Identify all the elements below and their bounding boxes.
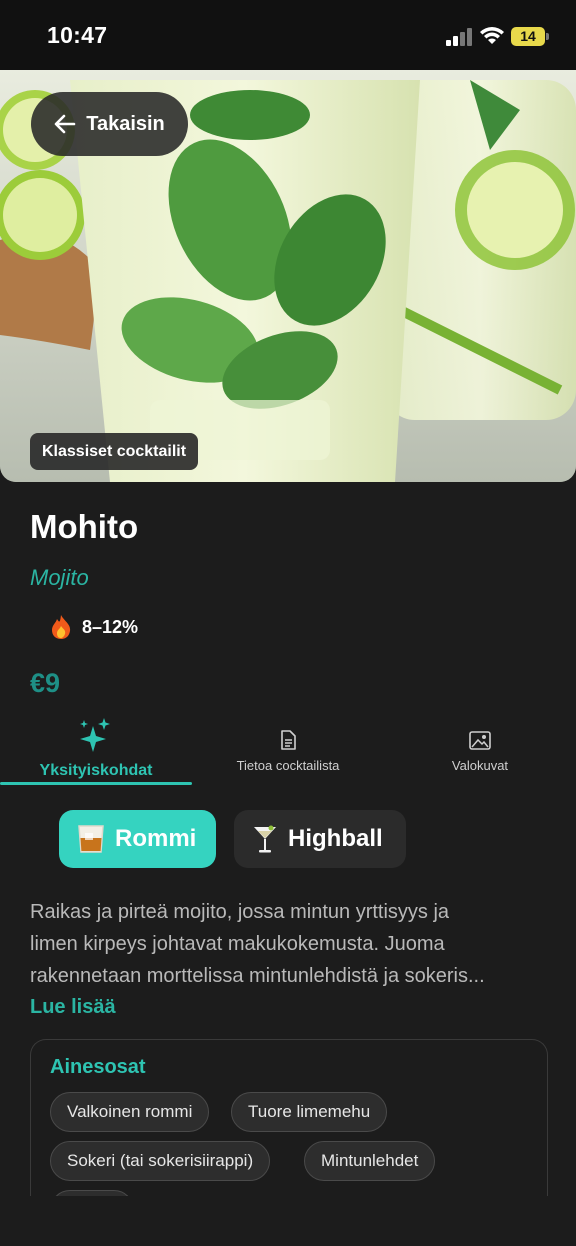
sparkles-icon: [80, 718, 110, 752]
wifi-icon: [480, 27, 504, 44]
tab-photos[interactable]: Valokuvat: [384, 716, 576, 788]
description-line: Raikas ja pirteä mojito, jossa mintun yr…: [30, 901, 450, 923]
ingredients-title: Ainesosat: [50, 1056, 146, 1078]
battery-indicator: 14: [511, 27, 549, 46]
price: €9: [30, 668, 61, 698]
description-line: limen kirpeys johtavat makukokemusta. Ju…: [30, 933, 445, 955]
tumbler-glass-icon: [78, 825, 104, 853]
chip-highball[interactable]: Highball: [234, 810, 406, 868]
tab-details[interactable]: Yksityiskohdat: [0, 716, 192, 788]
fire-icon: [52, 615, 71, 639]
description-line: rakennetaan morttelissa mintunlehdistä j…: [30, 965, 485, 987]
drink-alt-name: Mojito: [30, 565, 89, 590]
chip-highball-label: Highball: [288, 825, 383, 852]
tab-photos-label: Valokuvat: [451, 758, 509, 773]
back-button-label: Takaisin: [86, 112, 165, 135]
chip-rum[interactable]: Rommi: [59, 810, 216, 868]
ingredient-pill[interactable]: Mintunlehdet: [304, 1141, 436, 1181]
back-button[interactable]: Takaisin: [31, 92, 188, 156]
ingredient-pill[interactable]: Tuore limemehu: [231, 1092, 388, 1132]
read-more-link[interactable]: Lue lisää: [30, 996, 116, 1019]
tab-about[interactable]: Tietoa cocktailista: [192, 716, 384, 788]
arrow-left-icon: [54, 114, 76, 134]
photos-icon: [469, 731, 491, 750]
abv-value: 8–12%: [82, 616, 139, 637]
drink-title: Mohito: [30, 508, 139, 545]
bottom-overlay: [0, 1196, 576, 1246]
category-badge: Klassiset cocktailit: [30, 433, 199, 470]
chip-rum-label: Rommi: [115, 825, 197, 852]
tab-details-label: Yksityiskohdat: [39, 762, 153, 779]
tab-about-label: Tietoa cocktailista: [236, 758, 340, 773]
description: Raikas ja pirteä mojito, jossa mintun yr…: [30, 896, 550, 992]
signal-icon: [446, 28, 472, 46]
active-tab-indicator: [0, 782, 192, 785]
status-time: 10:47: [47, 22, 108, 48]
status-bar: 10:47 14: [0, 0, 576, 70]
ingredients-card: Ainesosat Valkoinen rommi Tuore limemehu…: [30, 1039, 548, 1200]
tab-bar: Yksityiskohdat Tietoa cocktailista Valok…: [0, 716, 576, 788]
ingredient-pill[interactable]: Sokeri (tai sokerisiirappi): [50, 1141, 271, 1181]
cocktail-glass-icon: [254, 825, 276, 853]
ingredient-pill[interactable]: Valkoinen rommi: [50, 1092, 210, 1132]
document-icon: [281, 730, 296, 750]
abv-row: 8–12%: [50, 614, 138, 640]
